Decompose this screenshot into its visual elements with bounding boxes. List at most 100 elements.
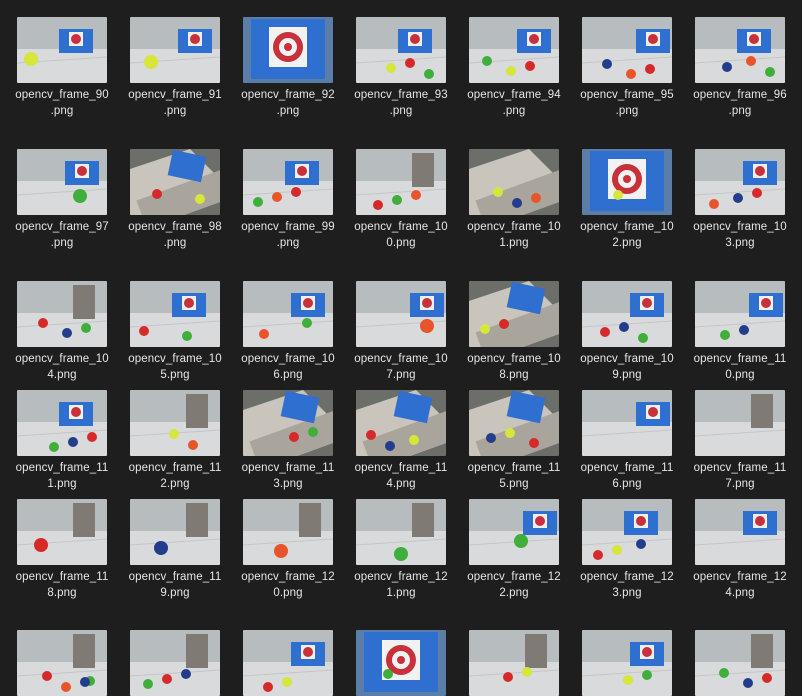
image-thumbnail[interactable] [469,390,559,456]
file-item[interactable]: opencv_frame_10 3.png [678,149,790,259]
file-item[interactable] [565,630,677,696]
file-item[interactable]: opencv_frame_11 3.png [226,390,338,500]
file-item[interactable]: opencv_frame_12 0.png [226,499,338,609]
file-item[interactable]: opencv_frame_11 5.png [452,390,564,500]
file-name-label: opencv_frame_11 2.png [128,462,222,490]
file-item[interactable]: opencv_frame_10 6.png [226,281,338,391]
file-name-label: opencv_frame_11 4.png [354,462,448,490]
image-thumbnail[interactable] [130,281,220,347]
file-item[interactable]: opencv_frame_99 .png [226,149,338,259]
image-thumbnail[interactable] [469,281,559,347]
file-item[interactable]: opencv_frame_10 1.png [452,149,564,259]
file-item[interactable]: opencv_frame_11 8.png [0,499,112,609]
image-thumbnail[interactable] [243,499,333,565]
image-thumbnail[interactable] [243,149,333,215]
image-thumbnail[interactable] [469,149,559,215]
image-thumbnail[interactable] [243,17,333,83]
file-item[interactable]: opencv_frame_11 6.png [565,390,677,500]
image-thumbnail[interactable] [695,499,785,565]
file-name-label: opencv_frame_12 1.png [354,571,448,599]
image-thumbnail[interactable] [243,630,333,696]
image-thumbnail[interactable] [17,17,107,83]
thumbnail-image [695,149,785,215]
file-item[interactable]: opencv_frame_92 .png [226,17,338,127]
file-item[interactable]: opencv_frame_96 .png [678,17,790,127]
file-item[interactable]: opencv_frame_12 2.png [452,499,564,609]
file-name-label: opencv_frame_99 .png [241,221,335,249]
image-thumbnail[interactable] [695,281,785,347]
image-thumbnail[interactable] [356,281,446,347]
image-thumbnail[interactable] [469,630,559,696]
image-thumbnail[interactable] [695,390,785,456]
file-name-label: opencv_frame_10 8.png [467,353,561,381]
file-item[interactable]: opencv_frame_12 1.png [339,499,451,609]
file-item[interactable]: opencv_frame_98 .png [113,149,225,259]
image-thumbnail[interactable] [130,149,220,215]
image-thumbnail[interactable] [130,630,220,696]
file-name-label: opencv_frame_12 4.png [693,571,787,599]
file-item[interactable] [678,630,790,696]
file-item[interactable]: opencv_frame_10 2.png [565,149,677,259]
file-item[interactable]: opencv_frame_95 .png [565,17,677,127]
image-thumbnail[interactable] [582,630,672,696]
image-thumbnail[interactable] [582,499,672,565]
file-item[interactable] [113,630,225,696]
file-item[interactable]: opencv_frame_11 2.png [113,390,225,500]
file-item[interactable]: opencv_frame_97 .png [0,149,112,259]
image-thumbnail[interactable] [130,499,220,565]
file-item[interactable]: opencv_frame_11 1.png [0,390,112,500]
file-item[interactable] [226,630,338,696]
image-thumbnail[interactable] [130,390,220,456]
image-thumbnail[interactable] [17,390,107,456]
image-thumbnail[interactable] [130,17,220,83]
image-thumbnail[interactable] [582,149,672,215]
file-item[interactable]: opencv_frame_10 4.png [0,281,112,391]
image-thumbnail[interactable] [356,17,446,83]
image-thumbnail[interactable] [243,390,333,456]
image-thumbnail[interactable] [582,281,672,347]
image-thumbnail[interactable] [17,281,107,347]
file-item[interactable]: opencv_frame_11 0.png [678,281,790,391]
file-item[interactable]: opencv_frame_11 7.png [678,390,790,500]
file-name-label: opencv_frame_10 6.png [241,353,335,381]
file-item[interactable]: opencv_frame_12 4.png [678,499,790,609]
file-item[interactable]: opencv_frame_12 3.png [565,499,677,609]
image-thumbnail[interactable] [17,499,107,565]
image-thumbnail[interactable] [17,149,107,215]
image-thumbnail[interactable] [243,281,333,347]
file-item[interactable]: opencv_frame_94 .png [452,17,564,127]
file-item[interactable]: opencv_frame_90 .png [0,17,112,127]
file-name-label: opencv_frame_10 0.png [354,221,448,249]
file-name-label: opencv_frame_98 .png [128,221,222,249]
file-item[interactable]: opencv_frame_10 8.png [452,281,564,391]
file-item[interactable] [452,630,564,696]
file-name-label: opencv_frame_10 5.png [128,353,222,381]
file-name-label: opencv_frame_10 2.png [580,221,674,249]
file-item[interactable]: opencv_frame_11 9.png [113,499,225,609]
file-item[interactable] [339,630,451,696]
image-thumbnail[interactable] [469,17,559,83]
image-thumbnail[interactable] [356,149,446,215]
thumbnail-image [695,17,785,83]
image-thumbnail[interactable] [582,17,672,83]
file-item[interactable]: opencv_frame_10 9.png [565,281,677,391]
file-item[interactable]: opencv_frame_10 5.png [113,281,225,391]
file-name-label: opencv_frame_12 3.png [580,571,674,599]
file-item[interactable] [0,630,112,696]
image-thumbnail[interactable] [695,630,785,696]
file-item[interactable]: opencv_frame_10 0.png [339,149,451,259]
file-item[interactable]: opencv_frame_10 7.png [339,281,451,391]
image-thumbnail[interactable] [356,630,446,696]
file-item[interactable]: opencv_frame_91 .png [113,17,225,127]
thumbnail-image [17,17,107,83]
file-item[interactable]: opencv_frame_93 .png [339,17,451,127]
thumbnail-image [695,630,785,696]
image-thumbnail[interactable] [17,630,107,696]
file-item[interactable]: opencv_frame_11 4.png [339,390,451,500]
image-thumbnail[interactable] [469,499,559,565]
image-thumbnail[interactable] [695,17,785,83]
image-thumbnail[interactable] [582,390,672,456]
image-thumbnail[interactable] [356,499,446,565]
image-thumbnail[interactable] [356,390,446,456]
image-thumbnail[interactable] [695,149,785,215]
